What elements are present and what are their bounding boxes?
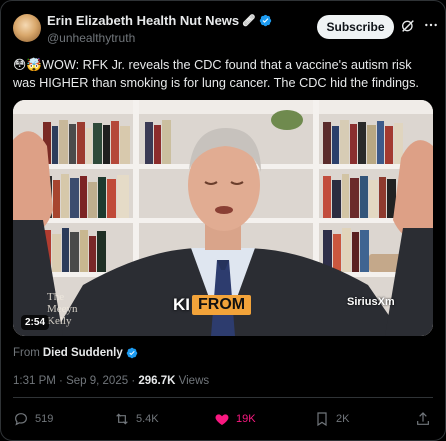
views-count: 296.7K [138,375,176,387]
tweet-card: Erin Elizabeth Health Nut News 🩹 @unheal… [0,0,446,441]
author-handle[interactable]: @unhealthytruth [47,31,135,45]
tweet-date[interactable]: Sep 9, 2025 [66,375,128,387]
divider [13,397,433,398]
heart-icon [215,414,229,425]
repost-icon [116,413,128,425]
share-button[interactable] [415,411,431,427]
svg-text:Meeyn: Meeyn [47,303,78,315]
share-icon [417,412,429,425]
views-label: Views [178,375,210,387]
tweet-time[interactable]: 1:31 PM [13,375,56,387]
video-duration: 2:54 [21,315,50,330]
avatar[interactable] [13,14,41,42]
reply-icon [15,413,27,426]
bandage-emoji: 🩹 [242,15,256,27]
reply-count: 519 [35,413,54,425]
repost-count: 5.4K [136,413,159,425]
tweet-meta: 1:31 PM · Sep 9, 2025 · 296.7K Views [13,375,209,387]
tweet-text: 😳🤯WOW: RFK Jr. reveals the CDC found tha… [13,58,419,90]
repost-button[interactable]: 5.4K [114,411,159,427]
video-player[interactable]: The Meeyn Kelly KI FROM SiriusXm 2:54 [13,100,433,336]
like-button[interactable]: 19K [214,411,256,427]
source-verified-icon [126,347,137,359]
meta-separator: · [131,375,136,387]
like-count: 19K [236,413,256,425]
author-display-name[interactable]: Erin Elizabeth Health Nut News [47,13,239,28]
book-watermark-text: The [47,291,64,303]
caption-badge: FROM [192,295,252,315]
source-name[interactable]: Died Suddenly [43,347,123,359]
author-name-row: Erin Elizabeth Health Nut News 🩹 [47,13,272,28]
video-source: From Died Suddenly [13,347,138,359]
caption-text-left: KI [173,295,190,314]
source-prefix: From [13,347,40,359]
bookmark-count: 2K [336,413,350,425]
more-options-icon[interactable] [423,17,439,33]
video-caption-overlay: KI FROM [173,295,252,315]
bookmark-button[interactable]: 2K [314,411,349,427]
siriusxm-logo: SiriusXm [347,296,395,308]
svg-text:Kelly: Kelly [47,315,72,327]
grok-icon[interactable] [400,18,416,34]
bookmark-icon [317,412,327,427]
reply-button[interactable]: 519 [13,411,53,427]
meta-separator: · [59,375,63,387]
verified-badge-icon [259,14,272,27]
subscribe-button[interactable]: Subscribe [317,15,394,39]
